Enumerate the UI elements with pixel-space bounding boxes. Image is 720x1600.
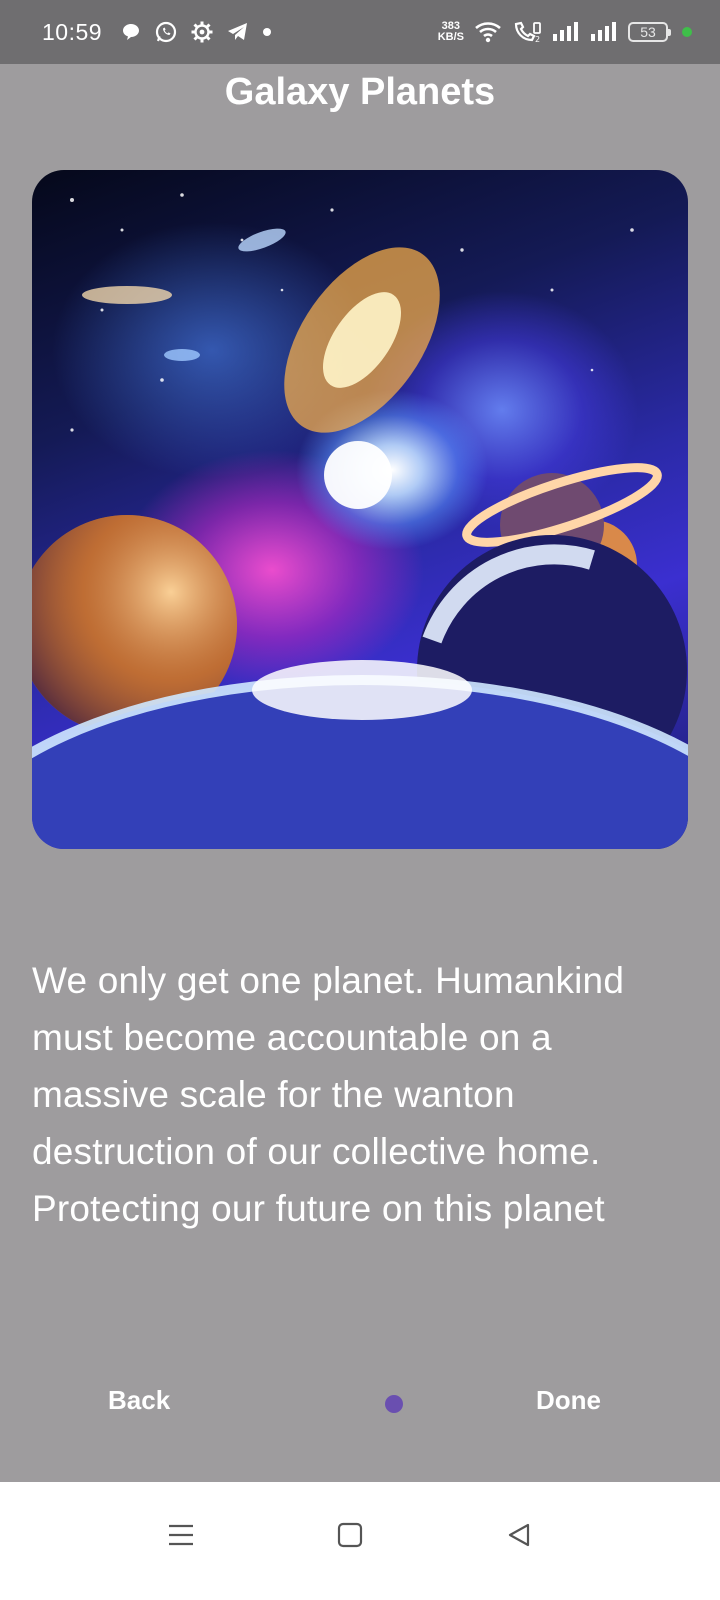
network-speed: 383 KB/S (438, 21, 464, 43)
battery-icon: 53 (628, 22, 671, 42)
status-bar: 10:59 383 KB/S 2 53 (0, 0, 720, 64)
page-indicator (385, 1395, 403, 1413)
dot-icon (262, 27, 272, 37)
quote-text: We only get one planet. Humankind must b… (32, 960, 625, 1229)
battery-level: 53 (640, 24, 656, 40)
settings-gear-icon (190, 20, 214, 44)
back-triangle-icon[interactable] (506, 1522, 532, 1553)
menu-icon[interactable] (168, 1522, 194, 1553)
system-navigation-bar (0, 1482, 720, 1600)
network-speed-unit: KB/S (437, 31, 464, 43)
system-status-icons: 383 KB/S 2 53 (438, 20, 692, 44)
hero-image (32, 170, 688, 849)
done-button[interactable]: Done (536, 1385, 601, 1416)
whatsapp-icon (154, 20, 178, 44)
home-icon[interactable] (337, 1522, 363, 1553)
chat-bubble-icon (120, 21, 142, 43)
wifi-icon (474, 21, 502, 43)
svg-text:2: 2 (535, 35, 540, 44)
notification-icons (120, 20, 272, 44)
status-time: 10:59 (42, 18, 103, 45)
page-title: Galaxy Planets (224, 71, 496, 113)
galaxy-illustration (32, 193, 688, 849)
charging-indicator-icon (682, 27, 692, 37)
telegram-icon (226, 21, 250, 43)
page-indicator-dot-active (385, 1395, 403, 1413)
volte-call-icon: 2 (512, 20, 542, 44)
signal-bars-icon (590, 21, 618, 43)
back-button[interactable]: Back (108, 1385, 170, 1416)
signal-bars-icon (552, 21, 580, 43)
